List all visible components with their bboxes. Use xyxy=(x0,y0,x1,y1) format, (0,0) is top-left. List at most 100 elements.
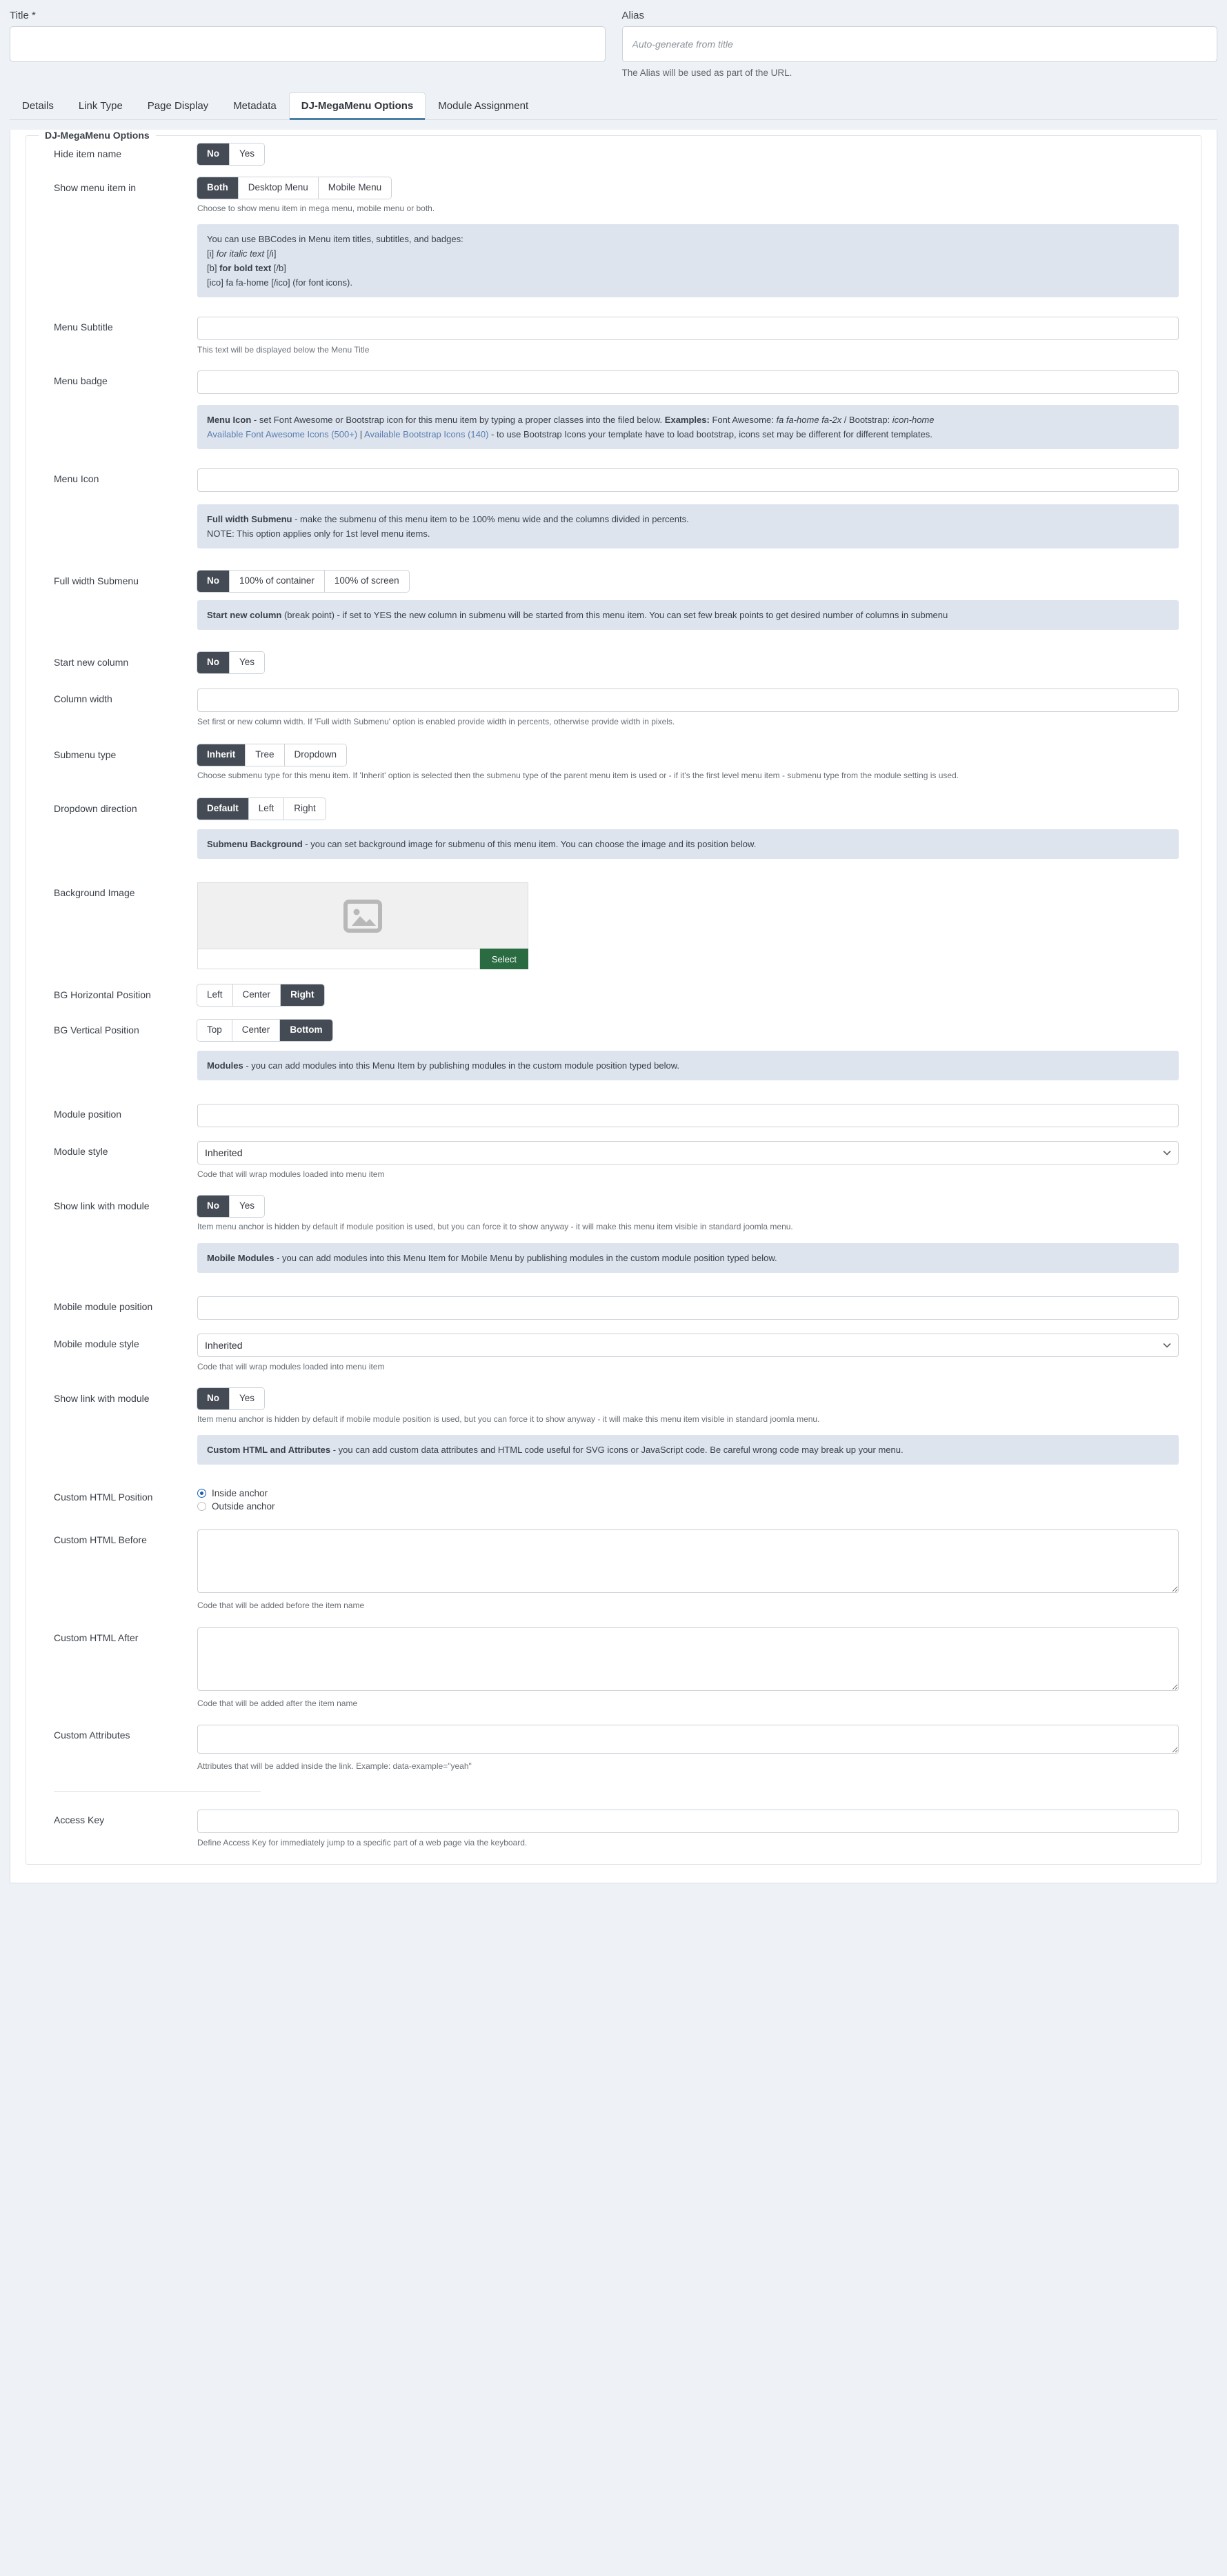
row-menu-icon: Menu Icon Full width Submenu - make the … xyxy=(26,466,1201,557)
row-hide-item-name: Hide item name No Yes xyxy=(26,141,1201,168)
title-input[interactable] xyxy=(10,26,606,62)
bbcode-note-line4: [ico] fa fa-home [/ico] (for font icons)… xyxy=(207,277,352,288)
custom-html-position-outside[interactable]: Outside anchor xyxy=(197,1500,1179,1513)
access-key-input[interactable] xyxy=(197,1809,1179,1833)
mobile-modules-note-bold: Mobile Modules xyxy=(207,1252,275,1263)
submenu-type-option-inherit[interactable]: Inherit xyxy=(197,744,246,766)
full-width-submenu-toggle[interactable]: No 100% of container 100% of screen xyxy=(197,570,409,592)
bg-v-option-bottom[interactable]: Bottom xyxy=(280,1020,332,1042)
show-link-module-option-yes[interactable]: Yes xyxy=(230,1196,265,1218)
custom-html-after-textarea[interactable] xyxy=(197,1627,1179,1691)
full-width-note-line1: Full width Submenu - make the submenu of… xyxy=(207,512,1169,526)
alias-input[interactable] xyxy=(621,26,1217,62)
bg-v-option-top[interactable]: Top xyxy=(197,1020,232,1042)
start-new-column-note-text: (break point) - if set to YES the new co… xyxy=(281,609,948,620)
tab-page-display[interactable]: Page Display xyxy=(135,92,221,120)
show-menu-item-in-option-mobile[interactable]: Mobile Menu xyxy=(318,177,392,199)
bg-horizontal-position-toggle[interactable]: Left Center Right xyxy=(197,984,324,1007)
background-image-preview xyxy=(197,882,528,949)
mobile-module-position-input[interactable] xyxy=(197,1296,1179,1320)
column-width-input[interactable] xyxy=(197,688,1179,712)
mobile-module-style-select[interactable]: Inherited xyxy=(197,1333,1179,1357)
label-custom-html-before: Custom HTML Before xyxy=(54,1534,147,1546)
row-background-image: Background Image Select xyxy=(26,880,1201,972)
label-hide-item-name: Hide item name xyxy=(54,148,122,159)
bg-vertical-position-toggle[interactable]: Top Center Bottom xyxy=(197,1020,332,1042)
bg-h-option-center[interactable]: Center xyxy=(232,984,281,1007)
background-image-select-button[interactable]: Select xyxy=(479,949,528,970)
row-module-style: Module style Inherited Code that will wr… xyxy=(26,1138,1201,1183)
show-link-with-module-toggle[interactable]: No Yes xyxy=(197,1196,265,1218)
show-link-with-module-mobile-toggle[interactable]: No Yes xyxy=(197,1388,265,1410)
dropdown-direction-option-default[interactable]: Default xyxy=(197,798,249,820)
menu-icon-input[interactable] xyxy=(197,468,1179,492)
menu-icon-note-bold: Menu Icon xyxy=(207,414,252,425)
show-menu-item-in-option-desktop[interactable]: Desktop Menu xyxy=(238,177,319,199)
menu-icon-note-line2: Available Font Awesome Icons (500+) | Av… xyxy=(207,427,1169,442)
hide-item-name-toggle[interactable]: No Yes xyxy=(197,143,265,165)
label-show-menu-item-in: Show menu item in xyxy=(54,181,137,193)
show-link-module-option-no[interactable]: No xyxy=(197,1196,230,1218)
start-new-column-option-no[interactable]: No xyxy=(197,651,230,673)
background-image-field: Select xyxy=(197,882,528,970)
submenu-type-option-tree[interactable]: Tree xyxy=(246,744,285,766)
menu-icon-note-sep: | xyxy=(357,428,365,439)
custom-html-position-inside[interactable]: Inside anchor xyxy=(197,1487,1179,1500)
label-column-width: Column width xyxy=(54,693,112,704)
bbcode-b-sample: for bold text xyxy=(219,263,272,274)
dropdown-direction-toggle[interactable]: Default Left Right xyxy=(197,798,326,820)
background-image-input[interactable] xyxy=(197,949,480,970)
menu-badge-input[interactable] xyxy=(197,370,1179,394)
submenu-bg-note-text: - you can set background image for subme… xyxy=(302,839,757,850)
full-width-option-container[interactable]: 100% of container xyxy=(230,570,325,592)
start-new-column-toggle[interactable]: No Yes xyxy=(197,651,265,673)
row-show-menu-item-in: Show menu item in Both Desktop Menu Mobi… xyxy=(26,175,1201,306)
help-show-menu-item-in: Choose to show menu item in mega menu, m… xyxy=(197,203,435,213)
tab-link-type[interactable]: Link Type xyxy=(66,92,135,120)
label-access-key: Access Key xyxy=(54,1814,105,1825)
section-divider xyxy=(54,1790,261,1792)
menu-subtitle-input[interactable] xyxy=(197,317,1179,341)
bg-h-option-left[interactable]: Left xyxy=(197,984,233,1007)
bg-v-option-center[interactable]: Center xyxy=(232,1020,281,1042)
radio-inside-anchor-icon[interactable] xyxy=(197,1489,206,1498)
custom-attributes-textarea[interactable] xyxy=(197,1725,1179,1754)
dropdown-direction-option-left[interactable]: Left xyxy=(248,798,285,820)
row-custom-html-after: Custom HTML After Code that will be adde… xyxy=(26,1625,1201,1712)
label-dropdown-direction: Dropdown direction xyxy=(54,803,137,815)
custom-html-before-textarea[interactable] xyxy=(197,1529,1179,1594)
start-new-column-option-yes[interactable]: Yes xyxy=(230,651,265,673)
label-show-link-with-module-mobile: Show link with module xyxy=(54,1393,150,1405)
tab-module-assignment[interactable]: Module Assignment xyxy=(426,92,541,120)
hide-item-name-option-yes[interactable]: Yes xyxy=(230,143,265,165)
title-label: Title * xyxy=(10,10,36,21)
label-module-position: Module position xyxy=(54,1109,122,1120)
full-width-option-no[interactable]: No xyxy=(197,570,230,592)
module-style-select[interactable]: Inherited xyxy=(197,1141,1179,1165)
dropdown-direction-option-right[interactable]: Right xyxy=(284,798,326,820)
label-submenu-type: Submenu type xyxy=(54,749,117,761)
submenu-type-option-dropdown[interactable]: Dropdown xyxy=(284,744,347,766)
custom-html-position-inside-label: Inside anchor xyxy=(212,1488,268,1499)
submenu-type-toggle[interactable]: Inherit Tree Dropdown xyxy=(197,744,347,766)
link-bootstrap-icons[interactable]: Available Bootstrap Icons (140) xyxy=(364,429,488,439)
menu-icon-note-text4: - to use Bootstrap Icons your template h… xyxy=(488,428,932,439)
row-start-new-column: Start new column No Yes xyxy=(26,649,1201,676)
tab-details[interactable]: Details xyxy=(10,92,66,120)
show-link-module-mobile-option-yes[interactable]: Yes xyxy=(230,1388,265,1410)
image-placeholder-icon xyxy=(343,899,382,933)
label-menu-badge: Menu badge xyxy=(54,375,108,386)
link-font-awesome-icons[interactable]: Available Font Awesome Icons (500+) xyxy=(207,429,357,439)
tab-metadata[interactable]: Metadata xyxy=(221,92,289,120)
show-menu-item-in-option-both[interactable]: Both xyxy=(197,177,239,199)
hide-item-name-option-no[interactable]: No xyxy=(197,143,230,165)
bg-h-option-right[interactable]: Right xyxy=(281,984,324,1007)
radio-outside-anchor-icon[interactable] xyxy=(197,1502,206,1512)
menu-icon-note-text2: Font Awesome: xyxy=(709,414,777,425)
row-bg-vertical-position: BG Vertical Position Top Center Bottom M… xyxy=(26,1017,1201,1089)
module-position-input[interactable] xyxy=(197,1104,1179,1128)
show-menu-item-in-toggle[interactable]: Both Desktop Menu Mobile Menu xyxy=(197,177,392,199)
full-width-option-screen[interactable]: 100% of screen xyxy=(324,570,409,592)
show-link-module-mobile-option-no[interactable]: No xyxy=(197,1388,230,1410)
tab-dj-megamenu-options[interactable]: DJ-MegaMenu Options xyxy=(288,92,426,120)
